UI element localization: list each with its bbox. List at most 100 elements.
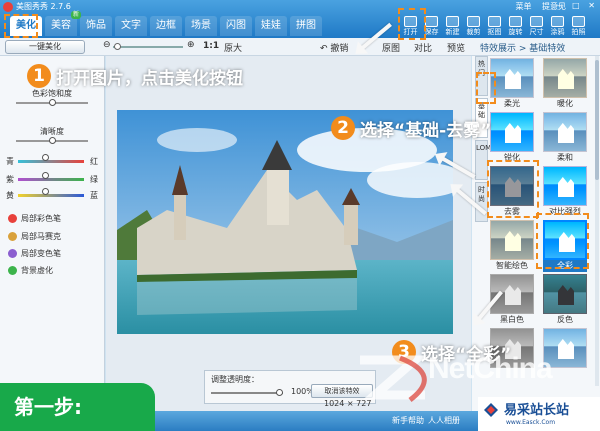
- tab-text[interactable]: 文字: [115, 16, 147, 36]
- purple-green-slider[interactable]: 紫 绿: [6, 172, 98, 184]
- one-key-beautify-button[interactable]: 一键美化: [5, 40, 85, 54]
- undo-button[interactable]: ↶ 撤销: [320, 41, 348, 54]
- effect-label: 暖化: [557, 99, 573, 108]
- effect-thumb[interactable]: 柔和: [543, 112, 587, 164]
- effect-label: 智能绘色: [496, 261, 528, 270]
- app-header: 美图秀秀 2.7.6 菜单 提意见 — □ ✕ 美化 美容新 饰品 文字 边框 …: [0, 0, 600, 38]
- clarity-slider[interactable]: [16, 137, 88, 144]
- window-controls[interactable]: — □ ✕: [556, 1, 598, 10]
- original-image-button[interactable]: 原图: [382, 41, 400, 54]
- highlight-open-button: [398, 8, 426, 40]
- sub-toolbar: 一键美化 ⊖ ⊕ 1:1 原大 ↶ 撤销 原图 对比 预览 特效展示 > 基础特…: [0, 38, 600, 56]
- yellow-blue-knob[interactable]: [42, 188, 49, 195]
- color-brush-icon: [8, 214, 17, 223]
- save-icon: [425, 16, 438, 27]
- zoom-slider-knob[interactable]: [114, 43, 121, 50]
- cyan-red-slider[interactable]: 青 红: [6, 154, 98, 166]
- photo-canvas[interactable]: [117, 110, 453, 334]
- opacity-label: 调整透明度：: [211, 375, 259, 384]
- brush-icon: [551, 16, 564, 27]
- opacity-slider[interactable]: [211, 389, 283, 396]
- yellow-blue-slider[interactable]: 黄 蓝: [6, 188, 98, 200]
- clarity-knob[interactable]: [48, 137, 56, 144]
- saturation-label: 色彩饱和度: [32, 89, 72, 98]
- effect-thumb[interactable]: 对比强烈: [543, 166, 587, 218]
- effect-label: 柔和: [557, 153, 573, 162]
- local-recolor-brush[interactable]: 局部变色笔: [8, 248, 61, 260]
- step1-number: 1: [27, 64, 51, 88]
- top-toolbar: 打开 保存 新建 裁剪 抠图 旋转 尺寸 涂鸦 拍照: [400, 14, 589, 37]
- original-size-button[interactable]: 原大: [224, 41, 242, 54]
- ratio-button[interactable]: 1:1: [203, 41, 219, 51]
- effects-scrollbar[interactable]: [595, 56, 599, 386]
- tab-scene[interactable]: 场景: [185, 16, 217, 36]
- clarity-slider-row: 清晰度: [6, 126, 98, 144]
- effect-thumb[interactable]: 暖化: [543, 58, 587, 110]
- compare-button[interactable]: 对比: [414, 41, 432, 54]
- effect-thumb[interactable]: 智能绘色: [490, 220, 534, 272]
- site-logo-icon: [484, 403, 498, 417]
- title-bar: 美图秀秀 2.7.6 菜单 提意见 — □ ✕: [0, 0, 600, 14]
- saturation-knob[interactable]: [48, 99, 56, 106]
- effect-thumb[interactable]: 柔光: [490, 58, 534, 110]
- saturation-slider[interactable]: [16, 99, 88, 106]
- help-link[interactable]: 新手帮助: [392, 415, 424, 426]
- saturation-slider-row: 色彩饱和度: [6, 88, 98, 106]
- site-watermark: 易采站长站 www.Easck.Com: [478, 397, 600, 431]
- doodle-button[interactable]: 涂鸦: [547, 14, 568, 37]
- effect-preview-image: [543, 274, 587, 314]
- preview-button[interactable]: 预览: [447, 41, 465, 54]
- camera-button[interactable]: 拍照: [568, 14, 589, 37]
- highlight-fullcolor-effect: [536, 213, 589, 269]
- community-link[interactable]: 人人相册: [428, 415, 460, 426]
- cutout-icon: [488, 16, 501, 27]
- site-url: www.Easck.Com: [506, 419, 556, 426]
- zoom-in-icon[interactable]: ⊕: [187, 40, 195, 50]
- step-text: 第一步:: [14, 395, 82, 419]
- effect-label: 柔光: [504, 99, 520, 108]
- scrollbar-thumb[interactable]: [595, 60, 599, 180]
- menu-link[interactable]: 菜单: [515, 2, 531, 11]
- step2-number: 2: [331, 116, 355, 140]
- adjust-panel: 色彩饱和度 清晰度 青 红 紫 绿 黄 蓝 局部彩色笔 局部马赛克 局部变色笔 …: [0, 56, 105, 406]
- recolor-icon: [8, 249, 17, 258]
- crop-icon: [467, 16, 480, 27]
- tab-collage[interactable]: 拼图: [290, 16, 322, 36]
- background-blur-brush[interactable]: 背景虚化: [8, 265, 53, 277]
- local-mosaic-brush[interactable]: 局部马赛克: [8, 231, 61, 243]
- crop-button[interactable]: 裁剪: [463, 14, 484, 37]
- highlight-beautify-tab: [4, 14, 38, 38]
- local-color-brush[interactable]: 局部彩色笔: [8, 213, 61, 225]
- new-button[interactable]: 新建: [442, 14, 463, 37]
- effect-breadcrumb: 特效展示 > 基础特效: [480, 44, 566, 54]
- effect-label: 黑白色: [500, 315, 524, 324]
- zoom-slider[interactable]: [113, 43, 183, 50]
- blur-icon: [8, 266, 17, 275]
- step2-callout: 选择“基础-去雾”: [360, 121, 492, 141]
- tab-accessories[interactable]: 饰品: [80, 16, 112, 36]
- tab-beauty[interactable]: 美容新: [45, 11, 81, 36]
- plus-icon: [446, 16, 459, 27]
- tab-flash[interactable]: 闪图: [220, 16, 252, 36]
- mosaic-icon: [8, 232, 17, 241]
- nav-tabs: 美化 美容新 饰品 文字 边框 场景 闪图 娃娃 拼图: [10, 11, 325, 36]
- opacity-knob[interactable]: [276, 389, 283, 396]
- cyan-red-knob[interactable]: [42, 154, 49, 161]
- effect-preview-image: [490, 112, 534, 152]
- highlight-basic-tab: [476, 72, 496, 104]
- rotate-icon: [509, 16, 522, 27]
- resize-icon: [530, 16, 543, 27]
- effect-thumb[interactable]: 锐化: [490, 112, 534, 164]
- purple-green-knob[interactable]: [42, 172, 49, 179]
- effect-thumb[interactable]: 反色: [543, 274, 587, 326]
- resize-button[interactable]: 尺寸: [526, 14, 547, 37]
- effect-preview-image: [543, 166, 587, 206]
- zoom-out-icon[interactable]: ⊖: [103, 40, 111, 50]
- tab-doll[interactable]: 娃娃: [255, 16, 287, 36]
- site-name: 易采站长站: [504, 403, 570, 418]
- tab-frame[interactable]: 边框: [150, 16, 182, 36]
- cutout-button[interactable]: 抠图: [484, 14, 505, 37]
- effect-preview-image: [490, 220, 534, 260]
- rotate-button[interactable]: 旋转: [505, 14, 526, 37]
- effect-preview-image: [490, 58, 534, 98]
